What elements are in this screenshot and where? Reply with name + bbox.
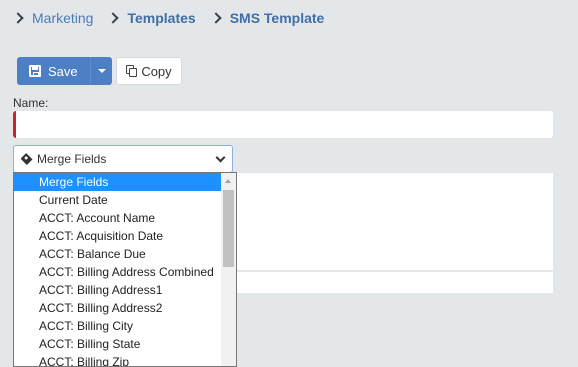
tag-icon: [20, 152, 33, 166]
merge-fields-selected: Merge Fields: [37, 152, 107, 166]
merge-field-option[interactable]: Current Date: [14, 191, 222, 209]
merge-field-option[interactable]: ACCT: Billing Address2: [14, 299, 222, 317]
copy-label: Copy: [141, 63, 172, 79]
merge-field-option[interactable]: ACCT: Billing Address Combined: [14, 263, 222, 281]
chevron-right-icon: [107, 9, 119, 27]
breadcrumb-sms-template: SMS Template: [229, 10, 325, 26]
dropdown-scrollbar[interactable]: [221, 173, 236, 366]
breadcrumb-templates[interactable]: Templates: [127, 10, 195, 26]
caret-down-icon: [97, 69, 106, 73]
merge-field-option[interactable]: ACCT: Billing Address1: [14, 281, 222, 299]
merge-field-option[interactable]: ACCT: Billing State: [14, 335, 222, 353]
chevron-down-icon: [215, 152, 226, 163]
copy-button[interactable]: Copy: [116, 57, 182, 85]
name-label: Name:: [13, 96, 49, 110]
scrollbar-thumb[interactable]: [223, 190, 234, 267]
copy-icon: [126, 64, 138, 78]
merge-field-option[interactable]: Merge Fields: [14, 173, 222, 191]
scroll-up-arrow-icon[interactable]: [225, 179, 231, 183]
merge-field-option[interactable]: ACCT: Balance Due: [14, 245, 222, 263]
save-icon: [29, 65, 41, 77]
save-button[interactable]: Save: [17, 57, 90, 85]
merge-fields-options: Merge Fields Current Date ACCT: Account …: [14, 173, 222, 366]
chevron-right-icon: [210, 9, 222, 27]
merge-fields-select[interactable]: Merge Fields: [13, 145, 233, 173]
breadcrumb-marketing[interactable]: Marketing: [32, 10, 93, 26]
merge-field-option[interactable]: ACCT: Acquisition Date: [14, 227, 222, 245]
save-options-toggle[interactable]: [90, 57, 112, 85]
merge-field-option[interactable]: ACCT: Billing Zip: [14, 353, 222, 366]
save-label: Save: [48, 63, 78, 79]
save-split-button: Save: [17, 57, 112, 85]
editor-footer: [236, 271, 553, 293]
chevron-right-icon: [12, 9, 24, 27]
merge-field-option[interactable]: ACCT: Billing City: [14, 317, 222, 335]
name-input[interactable]: [13, 111, 553, 138]
merge-fields-dropdown: Merge Fields Current Date ACCT: Account …: [13, 172, 237, 367]
message-editor[interactable]: [236, 173, 553, 270]
merge-field-option[interactable]: ACCT: Account Name: [14, 209, 222, 227]
breadcrumb: Marketing Templates SMS Template: [12, 9, 338, 27]
